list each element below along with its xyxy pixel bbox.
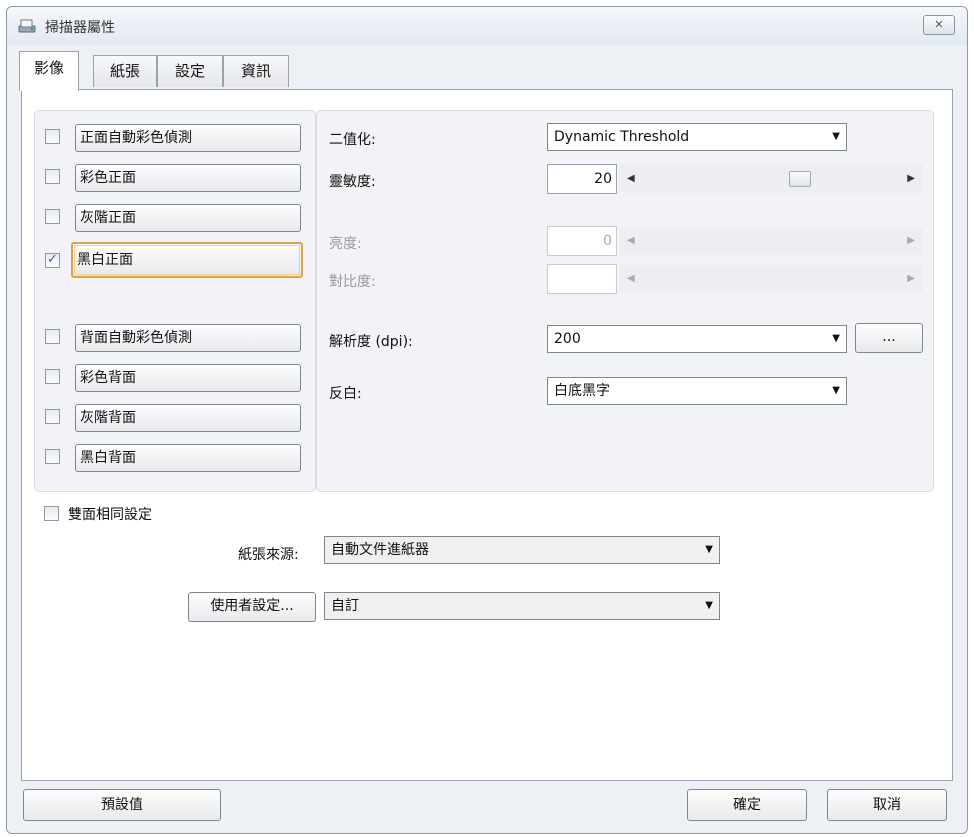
checkbox-front-gray[interactable] (45, 209, 60, 224)
slider-right-arrow-icon: ▶ (907, 235, 915, 246)
window-title: 掃描器屬性 (45, 20, 115, 36)
scanner-app-icon (18, 19, 36, 33)
tab-paper[interactable]: 紙張 (93, 55, 157, 87)
tab-settings[interactable]: 設定 (157, 55, 223, 87)
slider-left-arrow-icon: ◀ (627, 235, 635, 246)
title-bar: 掃描器屬性 ✕ (7, 7, 967, 45)
sensitivity-slider[interactable]: ◀ ▶ (619, 165, 923, 193)
slider-left-arrow-icon[interactable]: ◀ (627, 165, 635, 193)
user-settings-select[interactable]: 自訂 ▼ (324, 592, 720, 620)
close-button[interactable]: ✕ (923, 15, 955, 35)
tab-info[interactable]: 資訊 (223, 55, 289, 87)
resolution-more-button[interactable]: ... (855, 323, 923, 353)
checkbox-back-gray[interactable] (45, 409, 60, 424)
slider-left-arrow-icon: ◀ (627, 273, 635, 284)
default-button[interactable]: 預設值 (23, 789, 221, 821)
paper-source-select[interactable]: 自動文件進紙器 ▼ (324, 536, 720, 564)
chevron-down-icon: ▼ (832, 333, 840, 344)
paper-source-label: 紙張來源: (238, 547, 299, 563)
front-color-button[interactable]: 彩色正面 (75, 164, 301, 192)
checkmark-icon: ✓ (47, 252, 58, 267)
invert-label: 反白: (329, 386, 362, 402)
chevron-down-icon: ▼ (832, 385, 840, 396)
back-color-button[interactable]: 彩色背面 (75, 364, 301, 392)
contrast-slider: ◀ ▶ (619, 265, 923, 293)
resolution-select[interactable]: 200 ▼ (547, 325, 847, 353)
chevron-down-icon: ▼ (705, 600, 713, 611)
slider-right-arrow-icon: ▶ (907, 273, 915, 284)
back-auto-color-button[interactable]: 背面自動彩色偵測 (75, 324, 301, 352)
sensitivity-input[interactable]: 20 (547, 164, 617, 194)
binarization-select[interactable]: Dynamic Threshold ▼ (547, 123, 847, 151)
image-type-group: 正面自動彩色偵測 彩色正面 灰階正面 ✓ 黑白正面 背面自動彩色偵測 彩色背面 … (34, 110, 316, 492)
invert-select[interactable]: 白底黑字 ▼ (547, 377, 847, 405)
front-gray-button[interactable]: 灰階正面 (75, 204, 301, 232)
sensitivity-label: 靈敏度: (329, 174, 376, 190)
binarization-label: 二值化: (329, 132, 376, 148)
chevron-down-icon: ▼ (705, 544, 713, 555)
checkbox-front-auto-color[interactable] (45, 129, 60, 144)
user-settings-value: 自訂 (331, 598, 359, 614)
binarization-value: Dynamic Threshold (554, 129, 690, 145)
front-bw-button[interactable]: 黑白正面 (71, 242, 303, 278)
chevron-down-icon: ▼ (832, 131, 840, 142)
brightness-label: 亮度: (329, 236, 362, 252)
resolution-label: 解析度 (dpi): (329, 334, 413, 350)
checkbox-duplex-same[interactable] (44, 506, 59, 521)
contrast-label: 對比度: (329, 274, 376, 290)
duplex-same-label: 雙面相同設定 (68, 507, 152, 523)
scanner-properties-dialog: 掃描器屬性 ✕ 影像 紙張 設定 資訊 正面自動彩色偵測 彩色正面 灰階正面 ✓… (6, 6, 968, 834)
cancel-button[interactable]: 取消 (827, 789, 947, 821)
checkbox-front-color[interactable] (45, 169, 60, 184)
close-icon: ✕ (934, 18, 944, 31)
checkbox-back-auto-color[interactable] (45, 329, 60, 344)
image-settings-group: 二值化: Dynamic Threshold ▼ 靈敏度: 20 ◀ ▶ 亮度:… (316, 110, 934, 492)
sensitivity-slider-thumb[interactable] (789, 171, 812, 187)
ok-button[interactable]: 確定 (687, 789, 807, 821)
contrast-input (547, 264, 617, 294)
brightness-input: 0 (547, 226, 617, 256)
front-auto-color-button[interactable]: 正面自動彩色偵測 (75, 124, 301, 152)
resolution-value: 200 (554, 331, 581, 347)
back-bw-button[interactable]: 黑白背面 (75, 444, 301, 472)
invert-value: 白底黑字 (554, 383, 610, 399)
user-settings-button[interactable]: 使用者設定... (188, 592, 316, 622)
checkbox-front-bw[interactable]: ✓ (45, 252, 60, 268)
checkbox-back-bw[interactable] (45, 449, 60, 464)
image-tab-panel: 正面自動彩色偵測 彩色正面 灰階正面 ✓ 黑白正面 背面自動彩色偵測 彩色背面 … (21, 89, 953, 781)
slider-right-arrow-icon[interactable]: ▶ (907, 165, 915, 193)
checkbox-back-color[interactable] (45, 369, 60, 384)
paper-source-value: 自動文件進紙器 (331, 542, 429, 558)
tab-image[interactable]: 影像 (19, 51, 79, 91)
brightness-slider: ◀ ▶ (619, 227, 923, 255)
back-gray-button[interactable]: 灰階背面 (75, 404, 301, 432)
